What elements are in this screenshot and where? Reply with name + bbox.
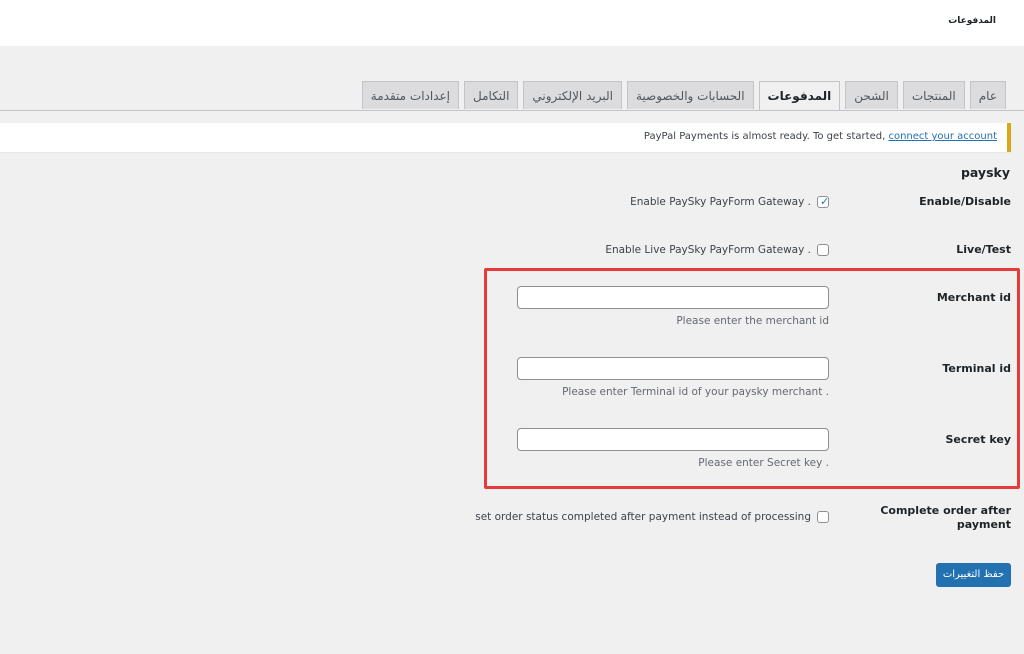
settings-tabs: عام المنتجات الشحن المدفوعات الحسابات وا… [361, 81, 1006, 110]
complete-order-text: set order status completed after payment… [475, 511, 811, 523]
tab-emails[interactable]: البريد الإلكتروني [523, 81, 622, 109]
tab-advanced[interactable]: إعدادات متقدمة [361, 81, 459, 109]
merchant-id-description: Please enter the merchant id [676, 315, 829, 327]
tab-integration[interactable]: التكامل [464, 81, 519, 109]
live-gateway-text: Enable Live PaySky PayForm Gateway . [605, 244, 811, 256]
terminal-id-input[interactable] [517, 357, 829, 380]
terminal-id-description: Please enter Terminal id of your paysky … [562, 386, 829, 398]
tab-accounts-privacy[interactable]: الحسابات والخصوصية [626, 81, 754, 109]
merchant-id-input[interactable] [517, 286, 829, 309]
notice-message: PayPal Payments is almost ready. To get … [644, 131, 997, 142]
secret-key-input[interactable] [517, 428, 829, 451]
tab-general[interactable]: عام [969, 81, 1006, 109]
secret-key-description: Please enter Secret key . [698, 457, 829, 469]
tabs-divider [0, 110, 1024, 111]
merchant-id-label: Merchant id [936, 291, 1011, 304]
connect-account-link[interactable]: connect your account [888, 131, 997, 142]
top-bar: المدفوعات [0, 0, 1024, 46]
enable-gateway-checkbox[interactable]: ✓ [817, 195, 830, 208]
save-changes-button[interactable]: حفظ التغييرات [936, 563, 1011, 587]
complete-order-label-line2: payment [956, 518, 1011, 531]
complete-order-label: Complete order after payment [880, 504, 1011, 532]
live-gateway-checkbox[interactable] [817, 244, 829, 256]
complete-order-checkbox[interactable] [817, 511, 829, 523]
paypal-notice: PayPal Payments is almost ready. To get … [0, 123, 1011, 152]
tab-payments[interactable]: المدفوعات [758, 81, 841, 110]
enable-disable-label: Enable/Disable [919, 195, 1011, 208]
section-title: paysky [960, 165, 1010, 180]
live-test-label: Live/Test [956, 243, 1011, 256]
enable-gateway-text: Enable PaySky PayForm Gateway . [630, 196, 811, 208]
tab-products[interactable]: المنتجات [902, 81, 965, 109]
terminal-id-label: Terminal id [942, 362, 1011, 375]
checkmark-icon: ✓ [820, 195, 830, 208]
complete-order-label-line1: Complete order after [880, 504, 1011, 517]
notice-text: PayPal Payments is almost ready. To get … [643, 131, 886, 142]
tab-shipping[interactable]: الشحن [845, 81, 898, 109]
page-title: المدفوعات [948, 16, 996, 26]
secret-key-label: Secret key [945, 433, 1011, 446]
